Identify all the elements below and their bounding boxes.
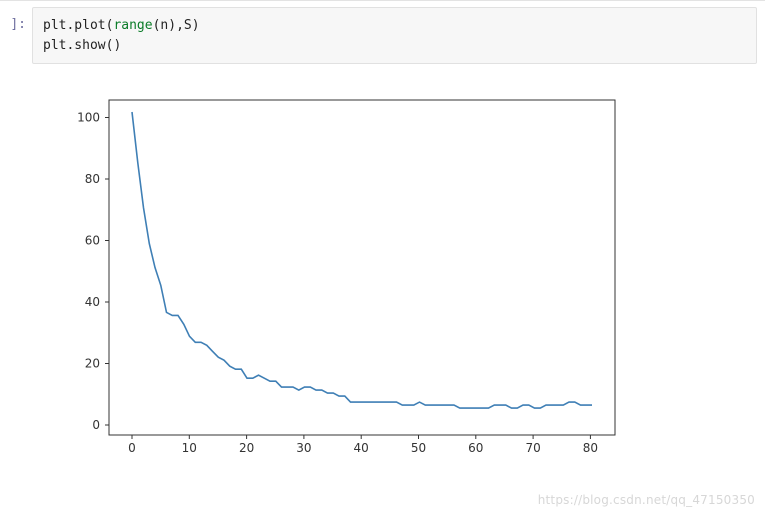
svg-text:100: 100 [77,111,100,125]
y-tick: 100 [77,111,109,125]
svg-text:80: 80 [85,172,100,186]
notebook-screenshot: ]: plt.plot(range(n),S) plt.show() 0 20 … [0,0,765,511]
svg-text:40: 40 [85,295,100,309]
svg-text:0: 0 [128,441,136,455]
svg-text:40: 40 [354,441,369,455]
x-tick: 80 [583,435,598,455]
x-tick: 50 [411,435,426,455]
svg-text:20: 20 [239,441,254,455]
cell-prompt: ]: [0,7,26,32]
code-input[interactable]: plt.plot(range(n),S) plt.show() [32,7,757,64]
svg-text:10: 10 [182,441,197,455]
svg-text:80: 80 [583,441,598,455]
svg-text:70: 70 [525,441,540,455]
x-tick: 10 [182,435,197,455]
divider [0,0,765,1]
x-axis: 0 10 20 30 40 50 60 70 80 [128,435,598,455]
y-tick: 40 [85,295,109,309]
x-tick: 0 [128,435,136,455]
line-chart: 0 20 40 60 80 100 0 10 20 30 40 50 60 70… [24,82,632,488]
watermark-text: https://blog.csdn.net/qq_47150350 [538,493,755,507]
x-tick: 60 [468,435,483,455]
svg-text:60: 60 [468,441,483,455]
svg-text:20: 20 [85,357,100,371]
y-tick: 60 [85,234,109,248]
y-tick: 80 [85,172,109,186]
y-tick: 0 [92,418,109,432]
x-tick: 30 [296,435,311,455]
chart-output: 0 20 40 60 80 100 0 10 20 30 40 50 60 70… [24,82,632,488]
code-cell: ]: plt.plot(range(n),S) plt.show() [0,7,765,64]
svg-text:30: 30 [296,441,311,455]
x-tick: 70 [525,435,540,455]
x-tick: 40 [354,435,369,455]
x-tick: 20 [239,435,254,455]
y-tick: 20 [85,357,109,371]
y-axis: 0 20 40 60 80 100 [77,111,109,433]
plot-frame [109,100,615,435]
series-line [132,112,592,408]
svg-text:0: 0 [92,418,100,432]
svg-text:60: 60 [85,234,100,248]
svg-text:50: 50 [411,441,426,455]
